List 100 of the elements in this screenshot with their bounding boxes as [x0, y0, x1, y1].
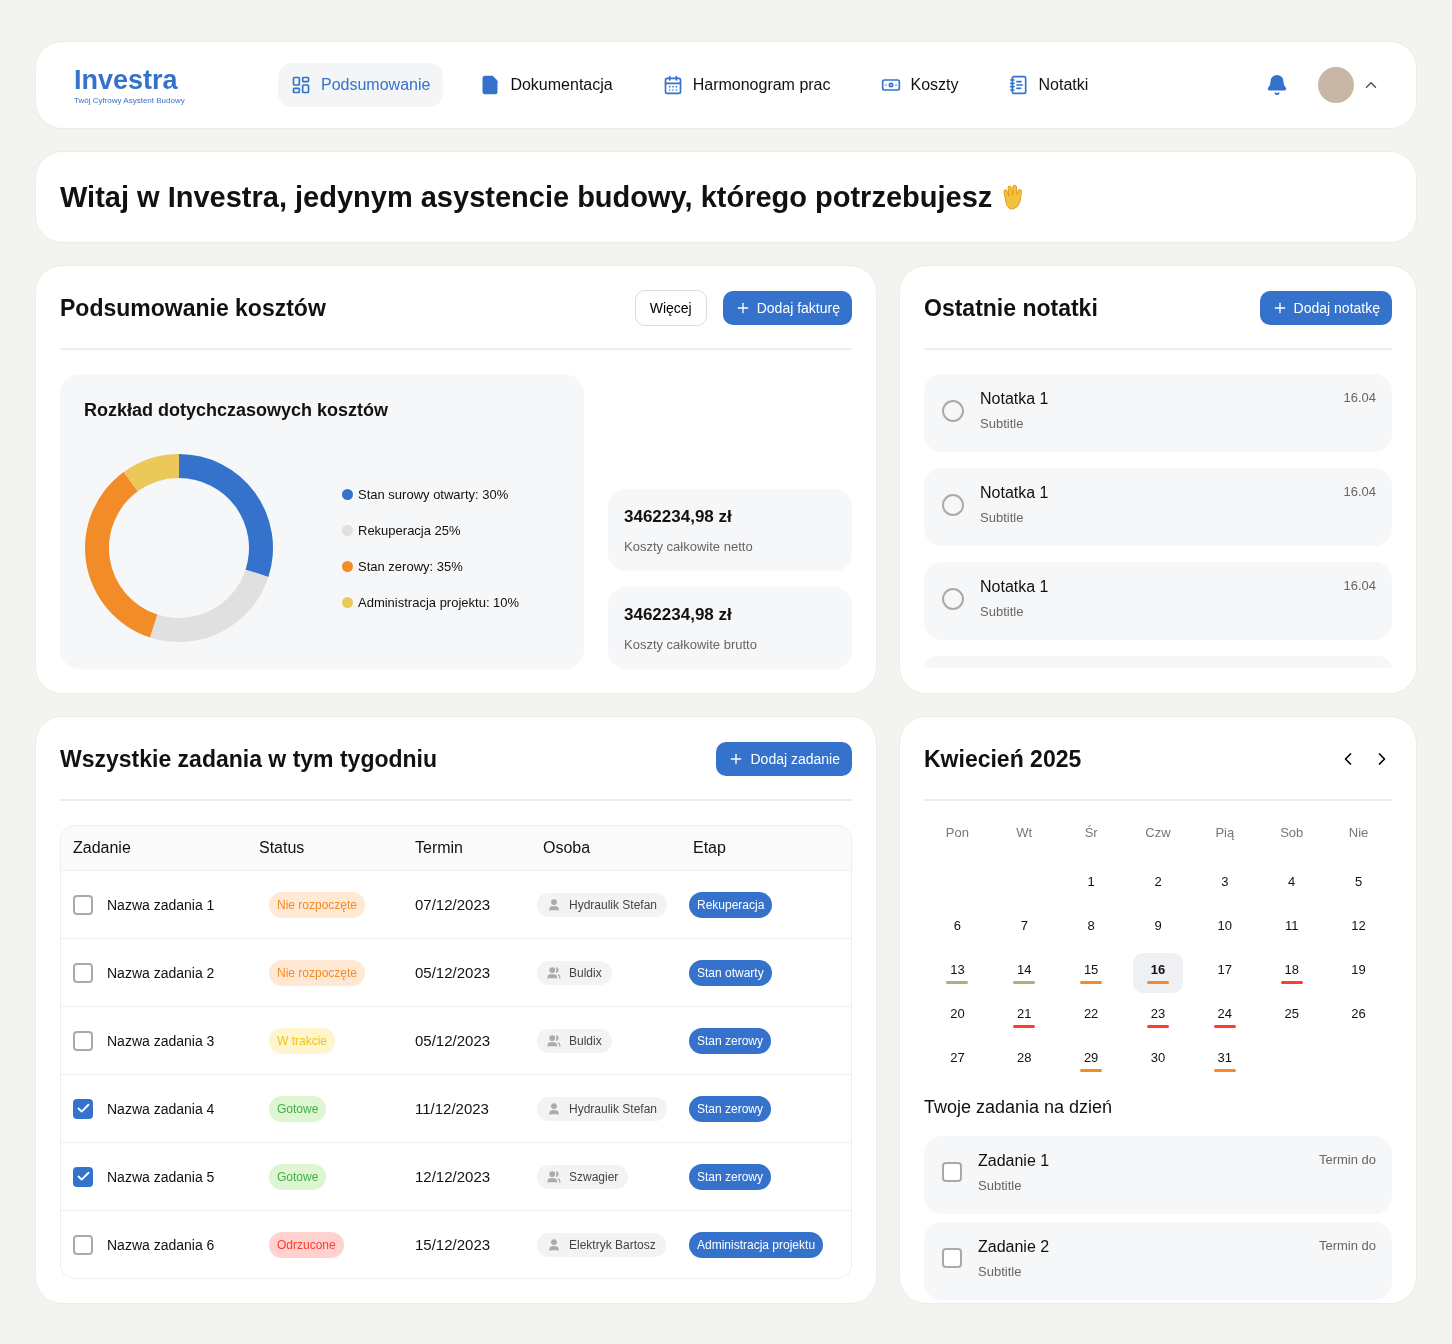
calendar-day[interactable]: 31 [1199, 1041, 1251, 1081]
stage-tag: Stan zerowy [689, 1027, 772, 1054]
radio-button[interactable] [942, 588, 964, 610]
task-card[interactable]: Zadanie 2 Subtitle Termin do [924, 1222, 1392, 1300]
checkbox[interactable] [73, 1166, 93, 1187]
note-subtitle: Subtitle [980, 416, 1025, 431]
status-tag: Nie rozpoczęte [269, 891, 366, 918]
calendar-day[interactable]: 12 [1333, 909, 1384, 949]
checkbox[interactable] [73, 1234, 93, 1255]
due-date: 05/12/2023 [415, 964, 492, 981]
checkbox[interactable] [942, 1248, 962, 1268]
checkbox[interactable] [73, 1098, 93, 1119]
checkbox[interactable] [73, 894, 93, 915]
calendar-day[interactable]: 9 [1132, 909, 1184, 949]
status-tag: Odrzucone [269, 1231, 344, 1258]
calendar-day[interactable]: 25 [1266, 997, 1318, 1037]
people-icon [547, 1033, 561, 1048]
add-note-button[interactable]: Dodaj notatkę [1259, 291, 1392, 325]
radio-button[interactable] [942, 400, 964, 422]
due-date: 12/12/2023 [415, 1168, 492, 1185]
note-card[interactable]: Notatka 1 Subtitle 16.04 [924, 374, 1392, 452]
person-tag: Buldix [537, 1028, 612, 1053]
calendar-day[interactable]: 14 [998, 953, 1050, 993]
task-subtitle: Subtitle [978, 1264, 1023, 1279]
nav-tab[interactable]: Harmonogram prac [649, 63, 844, 107]
calendar-day[interactable]: 26 [1333, 997, 1384, 1037]
calendar-day[interactable]: 19 [1333, 953, 1384, 993]
calendar-day[interactable]: 24 [1199, 997, 1251, 1037]
stage-tag: Rekuperacja [689, 891, 773, 918]
dashboard-icon [291, 75, 311, 95]
legend-dot [342, 524, 353, 536]
calendar-day[interactable]: 10 [1199, 909, 1251, 949]
nav-tab[interactable]: Dokumentacja [467, 63, 626, 107]
stage-tag: Stan otwarty [689, 959, 772, 986]
legend-label: Administracja projektu: 10% [358, 594, 520, 610]
calendar-icon [662, 75, 683, 95]
calendar-day[interactable]: 22 [1065, 997, 1117, 1037]
task-subtitle: Subtitle [978, 1178, 1023, 1193]
calendar-day[interactable]: 7 [998, 909, 1050, 949]
calendar-day[interactable]: 27 [932, 1041, 983, 1081]
note-card[interactable]: Notatka 1 Subtitle 16.04 [924, 562, 1392, 640]
calendar-day[interactable]: 6 [932, 909, 983, 949]
notification-bell-icon[interactable] [1266, 74, 1288, 96]
calendar-day[interactable]: 17 [1199, 953, 1251, 993]
status-tag: Gotowe [269, 1163, 327, 1190]
weekday-label: Pią [1214, 825, 1236, 842]
checkbox[interactable] [942, 1162, 962, 1182]
column-header: Status [259, 839, 306, 857]
task-due: Termin do [1318, 1152, 1376, 1167]
task-card[interactable]: Zadanie 1 Subtitle Termin do [924, 1136, 1392, 1214]
calendar-day[interactable]: 13 [932, 953, 983, 993]
calendar-day[interactable]: 5 [1333, 865, 1384, 905]
weekday-label: Nie [1347, 825, 1370, 842]
more-button[interactable]: Więcej [634, 290, 707, 326]
task-title: Zadanie 1 [978, 1152, 1051, 1170]
nav-tab[interactable]: Notatki [995, 63, 1102, 107]
status-tag: Nie rozpoczęte [269, 959, 366, 986]
calendar-day[interactable]: 20 [932, 997, 983, 1037]
legend-label: Stan surowy otwarty: 30% [358, 486, 509, 502]
document-icon [480, 75, 501, 95]
nav-tab[interactable]: Koszty [867, 63, 972, 107]
weekday-label: Czw [1144, 825, 1172, 842]
total-amount: 3462234,98 zł [624, 605, 733, 625]
checkbox[interactable] [73, 1030, 93, 1051]
calendar-day[interactable]: 11 [1266, 909, 1318, 949]
task-name: Nazwa zadania 2 [107, 964, 215, 981]
calendar-day[interactable]: 16 [1132, 953, 1184, 993]
calendar-day[interactable]: 3 [1199, 865, 1251, 905]
calendar-day[interactable]: 2 [1132, 865, 1184, 905]
calendar-day[interactable]: 30 [1132, 1041, 1184, 1081]
add-invoice-button[interactable]: Dodaj fakturę [722, 291, 852, 325]
stage-tag: Stan zerowy [689, 1163, 772, 1190]
due-date: 07/12/2023 [415, 896, 492, 913]
calendar-day[interactable]: 21 [998, 997, 1050, 1037]
people-icon [547, 965, 561, 980]
note-subtitle: Subtitle [980, 510, 1025, 525]
radio-button[interactable] [942, 494, 964, 516]
note-title: Notatka 1 [980, 484, 1050, 502]
add-task-button[interactable]: Dodaj zadanie [716, 742, 852, 776]
calendar-day[interactable]: 4 [1266, 865, 1318, 905]
column-header: Etap [693, 839, 727, 857]
checkbox[interactable] [73, 962, 93, 983]
calendar-day[interactable]: 28 [998, 1041, 1050, 1081]
calendar-day[interactable]: 1 [1065, 865, 1117, 905]
weekday-label: Wt [1015, 825, 1034, 842]
calendar-day[interactable]: 8 [1065, 909, 1117, 949]
section-title: Twoje zadania na dzień [924, 1097, 1114, 1118]
calendar-day[interactable]: 18 [1266, 953, 1318, 993]
calendar-day[interactable]: 15 [1065, 953, 1117, 993]
chart-title: Rozkład dotychczasowych kosztów [84, 400, 390, 421]
calendar-day[interactable]: 23 [1132, 997, 1184, 1037]
person-icon [547, 1237, 561, 1252]
nav-tab[interactable]: Podsumowanie [278, 63, 444, 107]
note-card[interactable]: Notatka 1 Subtitle 16.04 [924, 468, 1392, 546]
due-date: 11/12/2023 [415, 1100, 490, 1117]
brand-tagline: Twój Cyfrowy Asystent Budowy [74, 96, 186, 105]
calendar-day[interactable]: 29 [1065, 1041, 1117, 1081]
user-avatar[interactable] [1318, 67, 1354, 103]
people-icon [547, 1169, 561, 1184]
person-tag: Hydraulik Stefan [537, 1096, 668, 1121]
